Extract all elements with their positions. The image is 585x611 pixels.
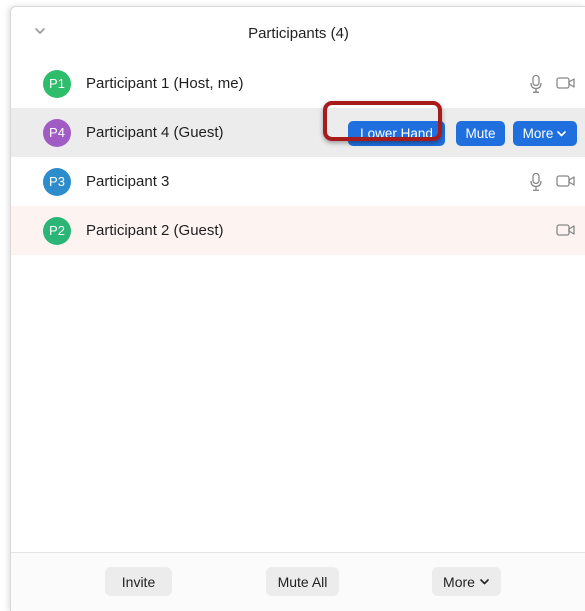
microphone-icon[interactable] — [529, 74, 543, 94]
chevron-down-icon — [480, 579, 489, 585]
panel-footer: Invite Mute All More — [11, 552, 585, 611]
participant-name: Participant 4 (Guest) — [86, 124, 224, 141]
mute-all-button[interactable]: Mute All — [266, 567, 339, 596]
avatar: P3 — [43, 167, 71, 196]
avatar: P1 — [43, 69, 71, 98]
footer-more-button[interactable]: More — [432, 567, 501, 596]
lower-hand-button[interactable]: Lower Hand — [348, 121, 445, 146]
participant-row-p4[interactable]: P4 Participant 4 (Guest) Lower Hand Mute… — [11, 108, 585, 157]
video-camera-icon[interactable] — [556, 174, 576, 188]
panel-title: Participants (4) — [248, 24, 349, 42]
chevron-down-icon — [557, 131, 567, 137]
participant-row-p2[interactable]: P2 Participant 2 (Guest) — [11, 206, 585, 255]
participant-list: P1 Participant 1 (Host, me) P4 Participa… — [11, 59, 585, 255]
avatar: P4 — [43, 118, 71, 147]
participant-name: Participant 3 — [86, 173, 170, 190]
video-camera-icon[interactable] — [556, 223, 576, 237]
more-button[interactable]: More — [513, 121, 577, 146]
more-button-label: More — [522, 126, 554, 141]
panel-header: Participants (4) — [11, 7, 585, 59]
microphone-icon[interactable] — [529, 172, 543, 192]
participant-row-p1[interactable]: P1 Participant 1 (Host, me) — [11, 59, 585, 108]
participant-name: Participant 2 (Guest) — [86, 222, 224, 239]
footer-more-label: More — [443, 573, 475, 590]
participant-name: Participant 1 (Host, me) — [86, 75, 244, 92]
participant-row-p3[interactable]: P3 Participant 3 — [11, 157, 585, 206]
participants-panel: Participants (4) P1 Participant 1 (Host,… — [10, 6, 585, 611]
chevron-down-icon[interactable] — [33, 25, 47, 37]
mute-button[interactable]: Mute — [456, 121, 505, 146]
invite-button[interactable]: Invite — [105, 567, 172, 596]
avatar: P2 — [43, 216, 71, 245]
video-camera-icon[interactable] — [556, 76, 576, 90]
